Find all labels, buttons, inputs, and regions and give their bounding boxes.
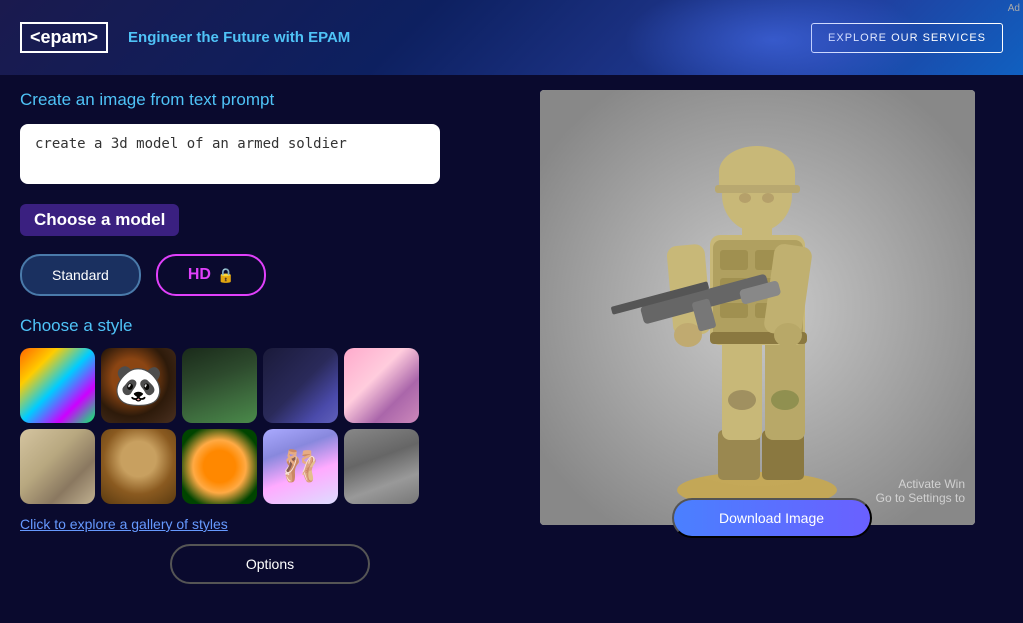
tagline-suffix: with EPAM xyxy=(270,29,351,46)
download-button[interactable]: Download Image xyxy=(672,498,872,538)
style-grid: 🐼 🩰 xyxy=(20,348,520,504)
model-buttons: Standard HD 🔒 xyxy=(20,254,520,296)
style-thumb-sketch-vehicle[interactable] xyxy=(20,429,95,504)
style-thumb-city-sketch[interactable] xyxy=(344,429,419,504)
soldier-svg xyxy=(540,90,975,525)
epam-logo: <epam> xyxy=(20,22,108,53)
standard-model-button[interactable]: Standard xyxy=(20,254,141,296)
ballet-icon: 🩰 xyxy=(282,449,319,484)
choose-style-label: Choose a style xyxy=(20,316,520,336)
style-thumb-sci-fi-robot[interactable] xyxy=(263,348,338,423)
style-thumb-mona-lisa[interactable] xyxy=(101,429,176,504)
lock-icon: 🔒 xyxy=(217,267,234,284)
banner-tagline: Engineer the Future with EPAM xyxy=(128,29,350,46)
main-content: Create an image from text prompt create … xyxy=(0,75,1023,623)
style-thumb-forest-realism[interactable] xyxy=(182,348,257,423)
style-thumb-floral-burst[interactable] xyxy=(182,429,257,504)
options-button[interactable]: Options xyxy=(170,544,370,584)
gallery-link[interactable]: Click to explore a gallery of styles xyxy=(20,516,520,532)
top-banner: Ad <epam> Engineer the Future with EPAM … xyxy=(0,0,1023,75)
choose-model-label[interactable]: Choose a model xyxy=(20,204,179,236)
hd-label: HD xyxy=(188,266,211,284)
left-panel: Create an image from text prompt create … xyxy=(20,90,520,608)
style-thumb-anime-girl[interactable] xyxy=(344,348,419,423)
preview-image: Activate Win Go to Settings to xyxy=(540,90,975,525)
watermark-line2: Go to Settings to xyxy=(876,491,965,505)
activate-watermark: Activate Win Go to Settings to xyxy=(876,477,965,505)
panda-icon: 🐼 xyxy=(114,362,164,409)
style-thumb-colorful-abstract[interactable] xyxy=(20,348,95,423)
banner-left: <epam> Engineer the Future with EPAM xyxy=(20,22,350,53)
watermark-line1: Activate Win xyxy=(876,477,965,491)
style-thumb-ballet-dancers[interactable]: 🩰 xyxy=(263,429,338,504)
section-title: Create an image from text prompt xyxy=(20,90,520,110)
tagline-highlight: Future xyxy=(223,29,270,46)
ad-indicator: Ad xyxy=(1008,3,1020,14)
right-panel: Activate Win Go to Settings to Download … xyxy=(540,90,1003,608)
explore-services-button[interactable]: EXPLORE OUR SERVICES xyxy=(811,23,1003,53)
prompt-input[interactable]: create a 3d model of an armed soldier xyxy=(20,124,440,184)
hd-model-button[interactable]: HD 🔒 xyxy=(156,254,267,296)
style-thumb-panda-cartoon[interactable]: 🐼 xyxy=(101,348,176,423)
download-btn-label: Download Image xyxy=(719,510,824,526)
tagline-prefix: Engineer the xyxy=(128,29,223,46)
